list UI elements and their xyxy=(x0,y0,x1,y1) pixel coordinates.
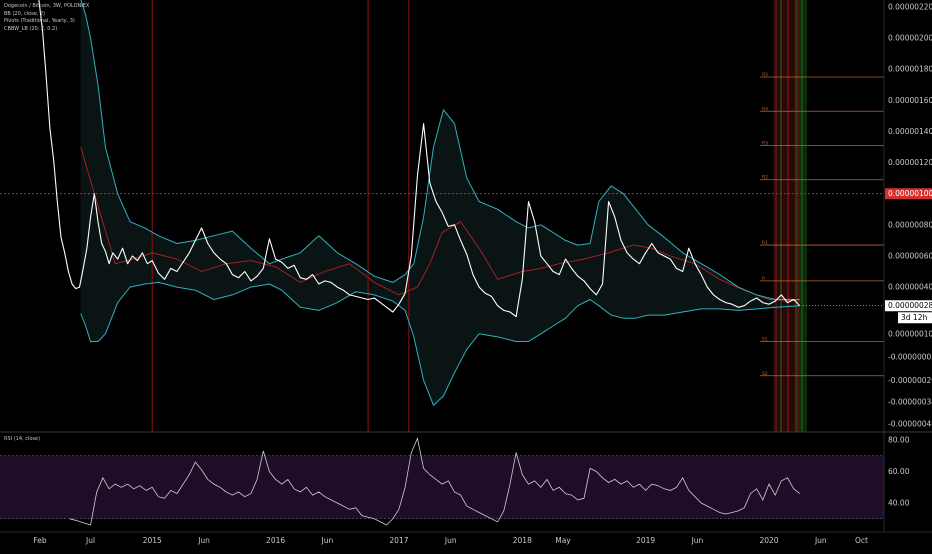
rsi-tick-label: 60.00 xyxy=(888,467,910,476)
legend-bb[interactable]: BB (20, close, 2) xyxy=(4,11,89,19)
price-tick-label: 0.00000220 xyxy=(888,3,932,12)
time-tick-label: Jun xyxy=(197,536,210,545)
time-tick-label: 2020 xyxy=(759,536,778,545)
price-tick-label: 0.00000160 xyxy=(888,96,932,105)
highlight-price-label: 0.00000100 xyxy=(888,189,932,198)
price-tick-label: 0.00000200 xyxy=(888,34,932,43)
pivot-label-S1: S1 xyxy=(762,337,768,343)
price-tick-label: 0.00000010 xyxy=(888,329,932,338)
price-tick-label: -0.00000034 xyxy=(888,398,932,407)
time-tick-label: Jun xyxy=(691,536,704,545)
rsi-band-fill xyxy=(0,455,884,519)
pivot-label-R1: R1 xyxy=(762,240,768,246)
rsi-tick-label: 40.00 xyxy=(888,499,910,508)
time-tick-label: Jul xyxy=(85,536,95,545)
time-tick-label: 2015 xyxy=(143,536,162,545)
chart-canvas[interactable]: R5 R4 R3 R2 R1 P S1 S2 0.00000220 0.00000200 0.00… xyxy=(0,0,932,550)
pivot-label-R3: R3 xyxy=(762,140,768,146)
pivot-label-P: P xyxy=(762,276,765,282)
rsi-tick-label: 80.00 xyxy=(888,436,910,445)
time-tick-label: Jun xyxy=(814,536,827,545)
stripe-green xyxy=(799,0,807,432)
rsi-title[interactable]: RSI (14, close) xyxy=(4,436,40,442)
time-tick-label: 2017 xyxy=(389,536,408,545)
chart-root: R5 R4 R3 R2 R1 P S1 S2 0.00000220 0.00000200 0.00… xyxy=(0,0,932,550)
legend-symbol[interactable]: Dogecoin / Bitcoin, 3W, POLONIEX xyxy=(4,3,89,11)
time-tick-label: 2016 xyxy=(266,536,285,545)
price-tick-label: 0.00000180 xyxy=(888,65,932,74)
legend-pivots[interactable]: Pivots (Traditional, Yearly, 3) xyxy=(4,18,89,26)
price-tick-label: 0.00000080 xyxy=(888,220,932,229)
price-tick-label: 0.00000060 xyxy=(888,251,932,260)
last-price-label: 0.00000028 xyxy=(888,301,932,310)
time-tick-label: Jun xyxy=(444,536,457,545)
stripe-red xyxy=(773,0,799,432)
time-tick-label: 2019 xyxy=(636,536,655,545)
time-tick-label: Oct xyxy=(855,536,868,545)
legend-cbbw[interactable]: CBBW_LB (20, 2, 0.2) xyxy=(4,26,89,34)
time-tick-label: Jun xyxy=(321,536,334,545)
price-tick-label: 0.00000120 xyxy=(888,158,932,167)
chart-legend: Dogecoin / Bitcoin, 3W, POLONIEX BB (20,… xyxy=(4,3,89,33)
price-tick-label: 0.00000040 xyxy=(888,283,932,292)
price-tick-label: -0.00000005 xyxy=(888,353,932,362)
price-tick-label: -0.00000020 xyxy=(888,376,932,385)
price-tick-label: -0.00000048 xyxy=(888,420,932,429)
time-tick-label: 2018 xyxy=(513,536,532,545)
time-tick-label: Feb xyxy=(33,536,47,545)
pivot-label-S2: S2 xyxy=(762,371,768,377)
countdown-label: 3d 12h xyxy=(901,313,927,322)
pivot-label-R4: R4 xyxy=(762,106,768,112)
pivot-label-R2: R2 xyxy=(762,175,768,181)
pivot-label-R5: R5 xyxy=(762,72,768,78)
price-tick-label: 0.00000140 xyxy=(888,127,932,136)
time-tick-label: May xyxy=(555,536,571,545)
